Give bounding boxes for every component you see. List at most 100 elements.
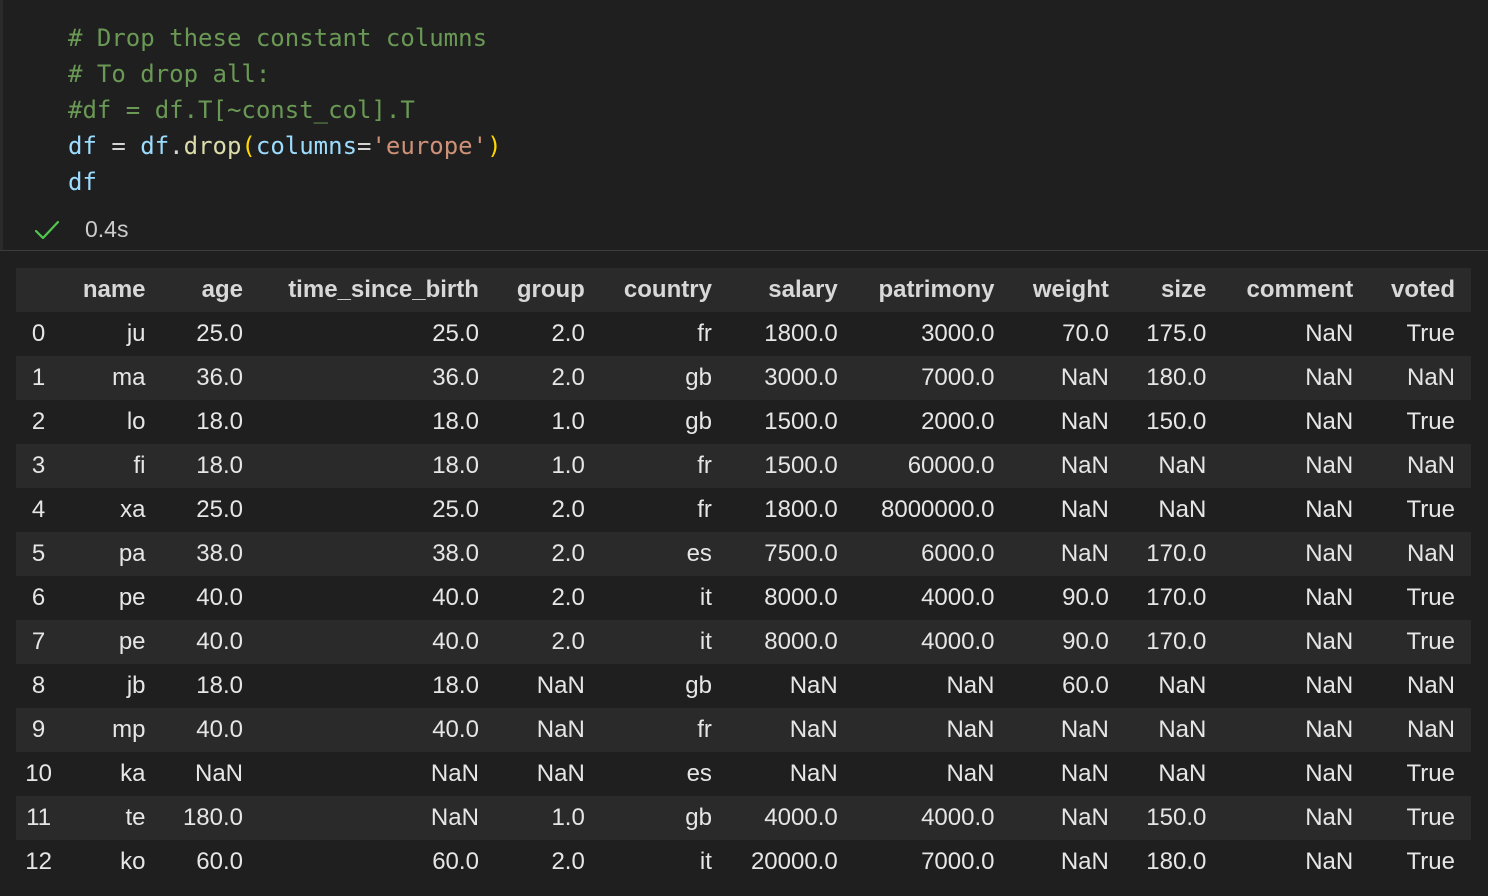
table-cell: 25.0: [432, 496, 479, 523]
table-cell: 2.0: [551, 320, 585, 347]
table-row: 8 jb 18.0 18.0 NaN gb NaN NaN 60.0 NaN NaN NaN: [16, 664, 1471, 708]
table-cell: 150.0: [1146, 408, 1207, 435]
column-header-name: name: [82, 276, 146, 303]
table-cell: ka: [120, 760, 146, 787]
table-cell: 170.0: [1146, 540, 1207, 567]
table-cell: pe: [118, 584, 146, 611]
table-cell: 2.0: [551, 496, 585, 523]
column-header-age: age: [201, 276, 244, 303]
code-token: 'europe': [371, 132, 488, 160]
code-token: =: [357, 132, 372, 160]
table-cell: True: [1406, 584, 1455, 611]
table-cell: 18.0: [432, 408, 479, 435]
table-cell: NaN: [1305, 716, 1354, 743]
table-cell: pe: [118, 628, 146, 655]
table-cell: gb: [685, 408, 712, 435]
table-cell: 1.0: [551, 452, 585, 479]
row-index: 6: [31, 584, 46, 611]
table-cell: 40.0: [432, 628, 479, 655]
table-cell: 150.0: [1146, 804, 1207, 831]
table-cell: True: [1406, 496, 1455, 523]
table-cell: 18.0: [432, 452, 479, 479]
row-index: 11: [26, 804, 52, 831]
table-cell: NaN: [1158, 496, 1207, 523]
table-cell: NaN: [1305, 804, 1354, 831]
code-line[interactable]: df: [68, 164, 502, 200]
table-cell: NaN: [946, 760, 995, 787]
table-cell: it: [699, 848, 712, 875]
code-token: .: [169, 132, 184, 160]
table-cell: 1800.0: [764, 496, 838, 523]
row-index: 5: [31, 540, 46, 567]
code-line[interactable]: # To drop all:: [68, 56, 502, 92]
code-line[interactable]: df = df.drop(columns='europe'): [68, 128, 502, 164]
table-cell: NaN: [1060, 760, 1109, 787]
table-row: 0 ju 25.0 25.0 2.0 fr 1800.0 3000.0 70.0 175.0 NaN…: [16, 312, 1471, 356]
table-cell: NaN: [430, 760, 479, 787]
table-cell: ma: [112, 364, 146, 391]
table-cell: 4000.0: [764, 804, 838, 831]
table-cell: NaN: [1305, 540, 1354, 567]
table-cell: fr: [697, 716, 712, 743]
table-cell: 2.0: [551, 628, 585, 655]
table-cell: lo: [126, 408, 146, 435]
cell-output: name age time_since_birth group country salar…: [16, 268, 1471, 884]
table-cell: True: [1406, 848, 1455, 875]
table-cell: 40.0: [196, 628, 244, 655]
table-cell: True: [1406, 760, 1455, 787]
table-cell: 2.0: [551, 584, 585, 611]
table-cell: 40.0: [196, 584, 244, 611]
table-cell: NaN: [1305, 408, 1354, 435]
table-row: 5 pa 38.0 38.0 2.0 es 7500.0 6000.0 NaN 170.0 NaN N…: [16, 532, 1471, 576]
table-cell: NaN: [1158, 716, 1207, 743]
code-cell-editor[interactable]: # Drop these constant columns # To drop a…: [0, 0, 1488, 250]
code-line[interactable]: #df = df.T[~const_col].T: [68, 92, 502, 128]
code-token: df: [68, 168, 97, 196]
table-cell: 3000.0: [921, 320, 995, 347]
table-row: 4 xa 25.0 25.0 2.0 fr 1800.0 8000000.0 NaN NaN NaN…: [16, 488, 1471, 532]
code-token: columns: [255, 132, 358, 160]
table-cell: NaN: [789, 716, 838, 743]
table-cell: 90.0: [1062, 584, 1109, 611]
table-cell: mp: [112, 716, 146, 743]
table-cell: ju: [126, 320, 146, 347]
table-cell: 175.0: [1146, 320, 1207, 347]
code-block[interactable]: # Drop these constant columns # To drop a…: [68, 20, 502, 200]
table-cell: it: [699, 628, 712, 655]
table-cell: NaN: [1158, 452, 1207, 479]
column-header-patrimony: patrimony: [878, 276, 995, 303]
row-index: 8: [31, 672, 46, 699]
row-index: 10: [25, 760, 52, 787]
table-cell: NaN: [1060, 496, 1109, 523]
table-cell: 70.0: [1062, 320, 1109, 347]
table-cell: 8000.0: [764, 628, 838, 655]
code-token: df: [140, 132, 170, 160]
table-cell: fi: [133, 452, 146, 479]
table-cell: 38.0: [196, 540, 244, 567]
column-header-weight: weight: [1032, 276, 1109, 303]
table-cell: jb: [126, 672, 146, 699]
code-line[interactable]: # Drop these constant columns: [68, 20, 502, 56]
table-cell: 2.0: [551, 364, 585, 391]
table-cell: NaN: [1305, 848, 1354, 875]
table-cell: 1500.0: [764, 452, 838, 479]
column-header-size: size: [1160, 276, 1207, 303]
table-cell: NaN: [536, 716, 585, 743]
table-cell: 170.0: [1146, 628, 1207, 655]
code-token: #df = df.T[~const_col].T: [68, 96, 415, 124]
table-cell: 18.0: [196, 672, 244, 699]
table-cell: es: [686, 760, 712, 787]
table-cell: it: [699, 584, 712, 611]
table-cell: NaN: [1060, 716, 1109, 743]
table-cell: NaN: [1305, 320, 1354, 347]
row-index: 2: [31, 408, 46, 435]
table-cell: NaN: [1060, 804, 1109, 831]
table-cell: 60.0: [196, 848, 244, 875]
table-cell: fr: [697, 496, 712, 523]
table-cell: NaN: [1305, 452, 1354, 479]
table-cell: 18.0: [196, 408, 244, 435]
table-cell: 7500.0: [764, 540, 838, 567]
table-cell: 2.0: [551, 540, 585, 567]
table-cell: NaN: [1060, 540, 1109, 567]
table-row: 10 ka NaN NaN NaN es NaN NaN NaN NaN NaN True: [16, 752, 1471, 796]
